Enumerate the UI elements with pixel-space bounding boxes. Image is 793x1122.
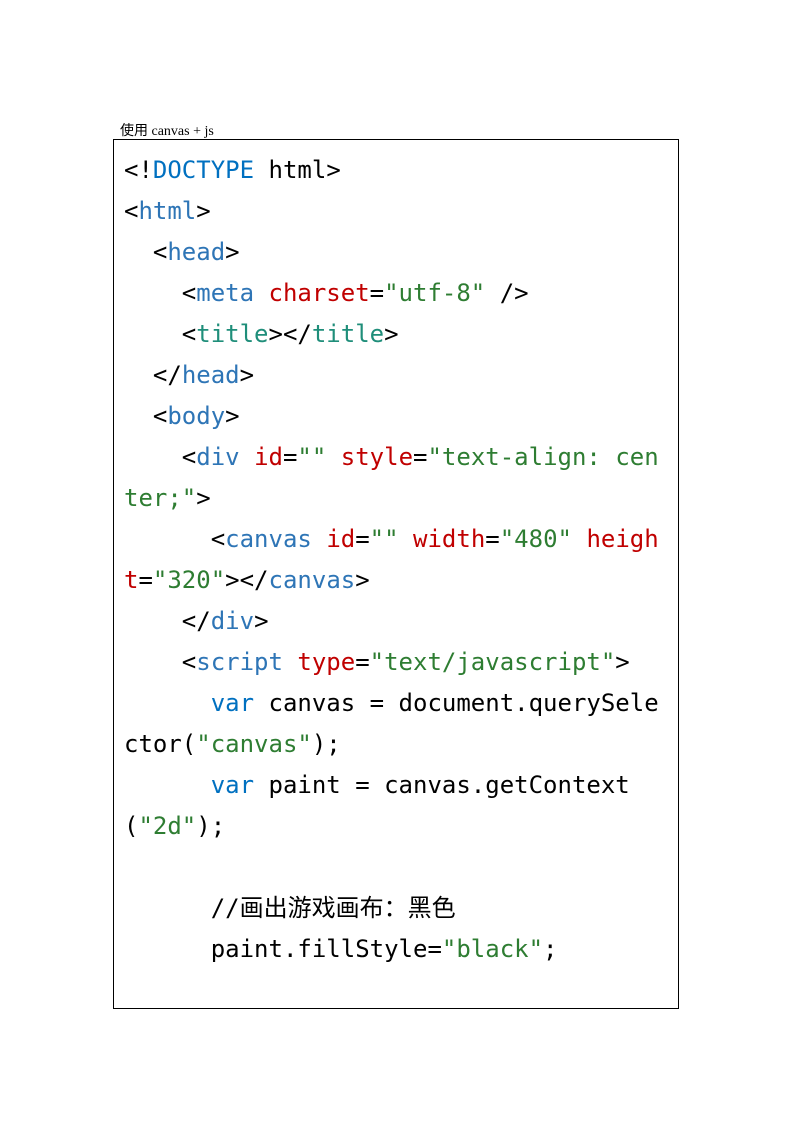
code-line: <script type="text/javascript"> xyxy=(124,642,668,683)
code-line: <html> xyxy=(124,191,668,232)
code-line: </head> xyxy=(124,355,668,396)
code-block: <!DOCTYPE html><html> <head> <meta chars… xyxy=(113,139,679,1009)
code-line: <title></title> xyxy=(124,314,668,355)
code-line: var paint = canvas.getContext("2d"); xyxy=(124,765,668,847)
code-line: paint.fillStyle="black"; xyxy=(124,929,668,970)
code-line: </div> xyxy=(124,601,668,642)
code-line: var canvas = document.querySelector("can… xyxy=(124,683,668,765)
document-page: 使用 canvas + js <!DOCTYPE html><html> <he… xyxy=(0,0,793,1122)
code-line: <div id="" style="text-align: center;"> xyxy=(124,437,668,519)
code-line: <head> xyxy=(124,232,668,273)
code-line: <canvas id="" width="480" height="320"><… xyxy=(124,519,668,601)
code-line: //画出游戏画布：黑色 xyxy=(124,888,668,929)
code-line: <body> xyxy=(124,396,668,437)
code-line xyxy=(124,847,668,888)
code-line: <meta charset="utf-8" /> xyxy=(124,273,668,314)
code-caption: 使用 canvas + js xyxy=(120,120,214,140)
code-line: <!DOCTYPE html> xyxy=(124,150,668,191)
